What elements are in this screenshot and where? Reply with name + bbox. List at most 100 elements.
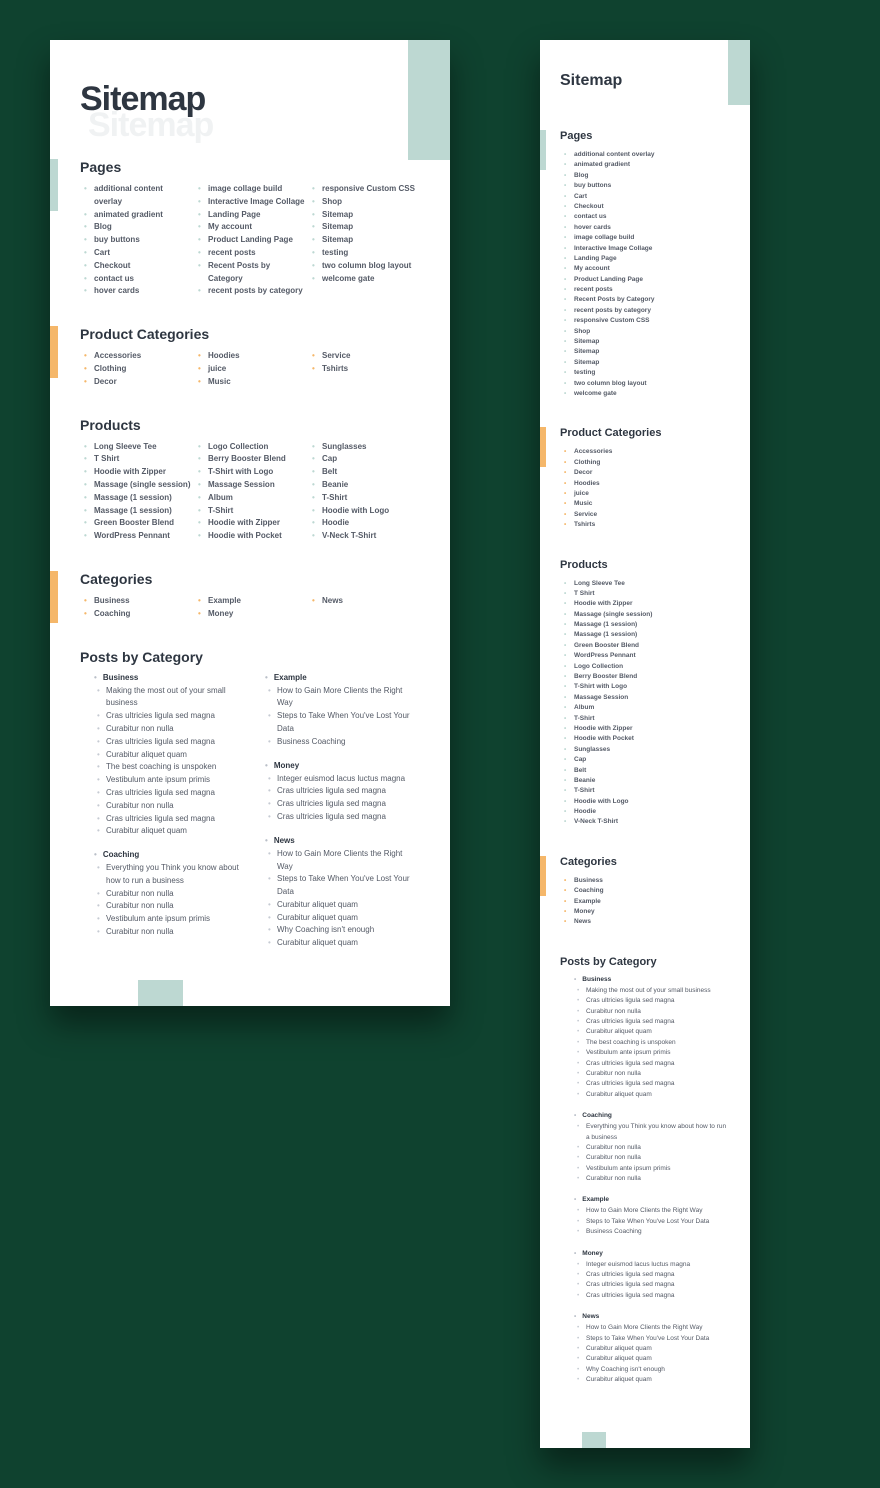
list-item[interactable]: Shop bbox=[322, 196, 420, 209]
sitemap-link[interactable]: responsive Custom CSS bbox=[574, 317, 650, 324]
post-link[interactable]: Curabitur aliquet quam bbox=[277, 899, 420, 912]
sitemap-link[interactable]: Album bbox=[208, 493, 233, 502]
list-item[interactable]: Decor bbox=[94, 376, 192, 389]
list-item[interactable]: Massage (single session) bbox=[94, 479, 192, 492]
list-item[interactable]: Service bbox=[322, 350, 420, 363]
sitemap-link[interactable]: Hoodie with Zipper bbox=[574, 600, 633, 607]
post-link[interactable]: Steps to Take When You've Lost Your Data bbox=[586, 1334, 730, 1344]
post-link[interactable]: Cras ultricies ligula sed magna bbox=[106, 787, 249, 800]
list-item[interactable]: Service bbox=[574, 510, 730, 520]
list-item[interactable]: image collage build bbox=[208, 183, 306, 196]
list-item[interactable]: Beanie bbox=[322, 479, 420, 492]
list-item[interactable]: image collage build bbox=[574, 233, 730, 243]
sitemap-link[interactable]: juice bbox=[574, 490, 589, 497]
list-item[interactable]: My account bbox=[574, 264, 730, 274]
post-link[interactable]: Cras ultricies ligula sed magna bbox=[586, 1270, 730, 1280]
sitemap-link[interactable]: Service bbox=[574, 511, 597, 518]
sitemap-link[interactable]: WordPress Pennant bbox=[574, 652, 636, 659]
list-item[interactable]: Cap bbox=[322, 453, 420, 466]
list-item[interactable]: welcome gate bbox=[322, 273, 420, 286]
post-link[interactable]: Steps to Take When You've Lost Your Data bbox=[277, 710, 420, 736]
list-item[interactable]: Belt bbox=[322, 466, 420, 479]
sitemap-link[interactable]: Checkout bbox=[574, 203, 604, 210]
sitemap-link[interactable]: Money bbox=[574, 908, 595, 915]
sitemap-link[interactable]: T-Shirt with Logo bbox=[208, 467, 273, 476]
sitemap-link[interactable]: Accessories bbox=[574, 448, 612, 455]
list-item[interactable]: Massage (1 session) bbox=[574, 630, 730, 640]
sitemap-link[interactable]: Landing Page bbox=[574, 255, 617, 262]
list-item[interactable]: Accessories bbox=[574, 447, 730, 457]
list-item[interactable]: Hoodie bbox=[322, 517, 420, 530]
sitemap-link[interactable]: recent posts by category bbox=[574, 307, 651, 314]
sitemap-link[interactable]: Hoodie with Pocket bbox=[208, 531, 282, 540]
sitemap-link[interactable]: Tshirts bbox=[322, 364, 348, 373]
list-item[interactable]: WordPress Pennant bbox=[94, 530, 192, 543]
sitemap-link[interactable]: Accessories bbox=[94, 351, 141, 360]
sitemap-link[interactable]: Long Sleeve Tee bbox=[574, 580, 625, 587]
sitemap-link[interactable]: Sitemap bbox=[574, 338, 599, 345]
sitemap-link[interactable]: Long Sleeve Tee bbox=[94, 442, 157, 451]
list-item[interactable]: Sitemap bbox=[322, 221, 420, 234]
list-item[interactable]: Massage Session bbox=[208, 479, 306, 492]
post-link[interactable]: Curabitur non nulla bbox=[106, 900, 249, 913]
sitemap-link[interactable]: Cap bbox=[574, 756, 586, 763]
sitemap-link[interactable]: My account bbox=[208, 222, 252, 231]
list-item[interactable]: Money bbox=[208, 608, 306, 621]
post-link[interactable]: Curabitur aliquet quam bbox=[586, 1375, 730, 1385]
post-link[interactable]: Cras ultricies ligula sed magna bbox=[586, 1059, 730, 1069]
sitemap-link[interactable]: Sitemap bbox=[322, 210, 353, 219]
sitemap-link[interactable]: Music bbox=[574, 500, 592, 507]
sitemap-link[interactable]: responsive Custom CSS bbox=[322, 184, 415, 193]
list-item[interactable]: Green Booster Blend bbox=[574, 641, 730, 651]
post-link[interactable]: How to Gain More Clients the Right Way bbox=[277, 685, 420, 711]
sitemap-link[interactable]: Music bbox=[208, 377, 231, 386]
sitemap-link[interactable]: Example bbox=[574, 898, 601, 905]
list-item[interactable]: Clothing bbox=[574, 458, 730, 468]
post-link[interactable]: Business Coaching bbox=[586, 1227, 730, 1237]
post-link[interactable]: Business Coaching bbox=[277, 736, 420, 749]
sitemap-link[interactable]: recent posts bbox=[574, 286, 613, 293]
list-item[interactable]: additional content overlay bbox=[94, 183, 192, 209]
sitemap-link[interactable]: Decor bbox=[94, 377, 117, 386]
list-item[interactable]: Sitemap bbox=[322, 234, 420, 247]
post-link[interactable]: Why Coaching isn't enough bbox=[586, 1365, 730, 1375]
sitemap-link[interactable]: Sunglasses bbox=[322, 442, 366, 451]
sitemap-link[interactable]: Massage (1 session) bbox=[94, 493, 172, 502]
list-item[interactable]: Sunglasses bbox=[574, 745, 730, 755]
sitemap-link[interactable]: Beanie bbox=[322, 480, 348, 489]
post-link[interactable]: Curabitur non nulla bbox=[586, 1007, 730, 1017]
sitemap-link[interactable]: Massage (1 session) bbox=[574, 621, 637, 628]
sitemap-link[interactable]: additional content overlay bbox=[94, 184, 163, 206]
sitemap-link[interactable]: T-Shirt bbox=[208, 506, 233, 515]
post-link[interactable]: Cras ultricies ligula sed magna bbox=[106, 813, 249, 826]
sitemap-link[interactable]: Massage (single session) bbox=[94, 480, 190, 489]
list-item[interactable]: juice bbox=[574, 489, 730, 499]
list-item[interactable]: Clothing bbox=[94, 363, 192, 376]
post-link[interactable]: Curabitur aliquet quam bbox=[106, 825, 249, 838]
post-link[interactable]: Cras ultricies ligula sed magna bbox=[277, 811, 420, 824]
list-item[interactable]: T-Shirt with Logo bbox=[574, 682, 730, 692]
post-link[interactable]: Curabitur non nulla bbox=[106, 888, 249, 901]
list-item[interactable]: Interactive Image Collage bbox=[208, 196, 306, 209]
list-item[interactable]: Landing Page bbox=[574, 254, 730, 264]
sitemap-link[interactable]: Berry Booster Blend bbox=[574, 673, 637, 680]
sitemap-link[interactable]: Product Landing Page bbox=[574, 276, 643, 283]
sitemap-link[interactable]: Business bbox=[574, 877, 603, 884]
post-link[interactable]: Cras ultricies ligula sed magna bbox=[586, 996, 730, 1006]
list-item[interactable]: Album bbox=[208, 492, 306, 505]
list-item[interactable]: Checkout bbox=[94, 260, 192, 273]
list-item[interactable]: Cart bbox=[94, 247, 192, 260]
sitemap-link[interactable]: Hoodies bbox=[208, 351, 240, 360]
list-item[interactable]: Recent Posts by Category bbox=[574, 295, 730, 305]
post-link[interactable]: Why Coaching isn't enough bbox=[277, 924, 420, 937]
post-link[interactable]: Vestibulum ante ipsum primis bbox=[106, 774, 249, 787]
list-item[interactable]: News bbox=[322, 595, 420, 608]
list-item[interactable]: Hoodies bbox=[208, 350, 306, 363]
sitemap-link[interactable]: Cart bbox=[574, 193, 587, 200]
sitemap-link[interactable]: T-Shirt bbox=[574, 787, 595, 794]
list-item[interactable]: recent posts by category bbox=[574, 306, 730, 316]
sitemap-link[interactable]: Example bbox=[208, 596, 241, 605]
post-link[interactable]: Cras ultricies ligula sed magna bbox=[586, 1017, 730, 1027]
sitemap-link[interactable]: Business bbox=[94, 596, 130, 605]
list-item[interactable]: T-Shirt bbox=[322, 492, 420, 505]
